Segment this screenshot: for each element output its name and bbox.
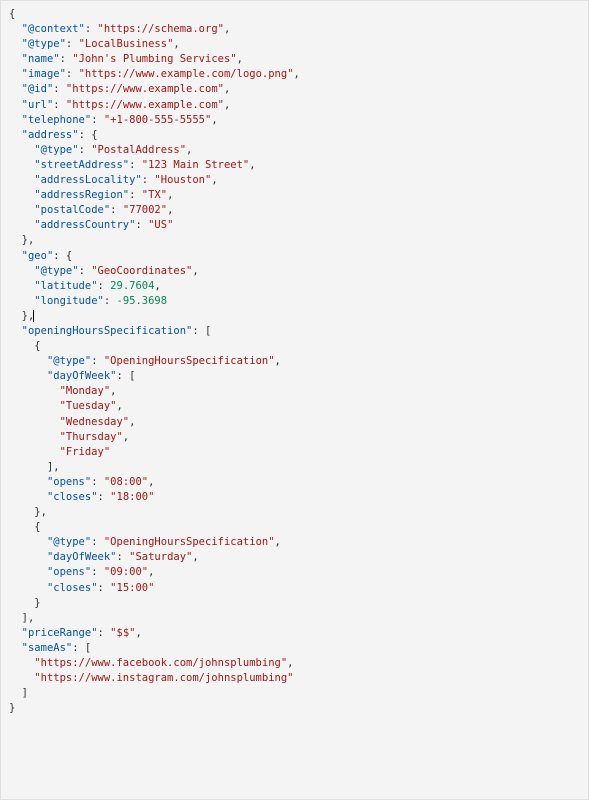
brace: { (9, 8, 15, 20)
val-street: "123 Main Street" (142, 159, 249, 171)
key-hours: "openingHoursSpecification" (22, 325, 193, 337)
val-region: "TX" (142, 189, 167, 201)
val-url: "https://www.example.com" (66, 99, 224, 111)
val-tuesday: "Tuesday" (60, 400, 117, 412)
brace-close: } (34, 597, 40, 609)
val-ohs-type: "OpeningHoursSpecification" (104, 355, 275, 367)
val-name: "John's Plumbing Services" (72, 53, 236, 65)
key-postal: "postalCode" (34, 204, 110, 216)
key-telephone: "telephone" (22, 114, 92, 126)
key-locality: "addressLocality" (34, 174, 141, 186)
val-friday: "Friday" (60, 446, 111, 458)
key-addr-type: "@type" (34, 144, 78, 156)
val-saturday: "Saturday" (129, 551, 192, 563)
key-url: "url" (22, 99, 54, 111)
val-wednesday: "Wednesday" (60, 416, 130, 428)
key-ohs-type-2: "@type" (47, 536, 91, 548)
val-monday: "Monday" (60, 385, 111, 397)
val-closes: "18:00" (110, 491, 154, 503)
key-ohs-type: "@type" (47, 355, 91, 367)
val-lat: 29.7604 (110, 280, 154, 292)
val-country: "US" (148, 219, 173, 231)
key-lat: "latitude" (34, 280, 97, 292)
brace-open: { (34, 521, 40, 533)
val-postal: "77002" (123, 204, 167, 216)
key-region: "addressRegion" (34, 189, 129, 201)
key-geo-type: "@type" (34, 265, 78, 277)
val-telephone: "+1-800-555-5555" (104, 114, 211, 126)
val-context: "https://schema.org" (98, 23, 224, 35)
val-ohs-type-2: "OpeningHoursSpecification" (104, 536, 275, 548)
val-opens-2: "09:00" (104, 566, 148, 578)
code-block[interactable]: { "@context": "https://schema.org", "@ty… (1, 1, 588, 722)
brace-open: { (34, 340, 40, 352)
key-closes-2: "closes" (47, 582, 98, 594)
key-dow: "dayOfWeek" (47, 370, 117, 382)
text-cursor (33, 310, 34, 322)
key-street: "streetAddress" (34, 159, 129, 171)
bracket-close: ] (22, 687, 28, 699)
key-type: "@type" (22, 38, 66, 50)
key-closes: "closes" (47, 491, 98, 503)
key-sameas: "sameAs" (22, 642, 73, 654)
key-price: "priceRange" (22, 627, 98, 639)
val-geo-type: "GeoCoordinates" (91, 265, 192, 277)
val-opens: "08:00" (104, 476, 148, 488)
key-context: "@context" (22, 23, 85, 35)
val-facebook: "https://www.facebook.com/johnsplumbing" (34, 657, 287, 669)
key-country: "addressCountry" (34, 219, 135, 231)
key-opens: "opens" (47, 476, 91, 488)
key-name: "name" (22, 53, 60, 65)
val-instagram: "https://www.instagram.com/johnsplumbing… (34, 672, 293, 684)
key-geo: "geo" (22, 250, 54, 262)
val-lon: -95.3698 (117, 295, 168, 307)
key-opens-2: "opens" (47, 566, 91, 578)
key-lon: "longitude" (34, 295, 104, 307)
brace-close-final: } (9, 702, 15, 714)
brace-close: }, (22, 234, 35, 246)
bracket-close: ], (47, 461, 60, 473)
val-locality: "Houston" (154, 174, 211, 186)
key-address: "address" (22, 129, 79, 141)
val-thursday: "Thursday" (60, 431, 123, 443)
key-dow-2: "dayOfWeek" (47, 551, 117, 563)
val-price: "$$" (110, 627, 135, 639)
val-id: "https://www.example.com" (66, 83, 224, 95)
val-type: "LocalBusiness" (79, 38, 174, 50)
brace-close: }, (34, 506, 47, 518)
key-id: "@id" (22, 83, 54, 95)
val-closes-2: "15:00" (110, 582, 154, 594)
key-image: "image" (22, 68, 66, 80)
val-image: "https://www.example.com/logo.png" (79, 68, 294, 80)
val-addr-type: "PostalAddress" (91, 144, 186, 156)
bracket-close: ], (22, 612, 35, 624)
